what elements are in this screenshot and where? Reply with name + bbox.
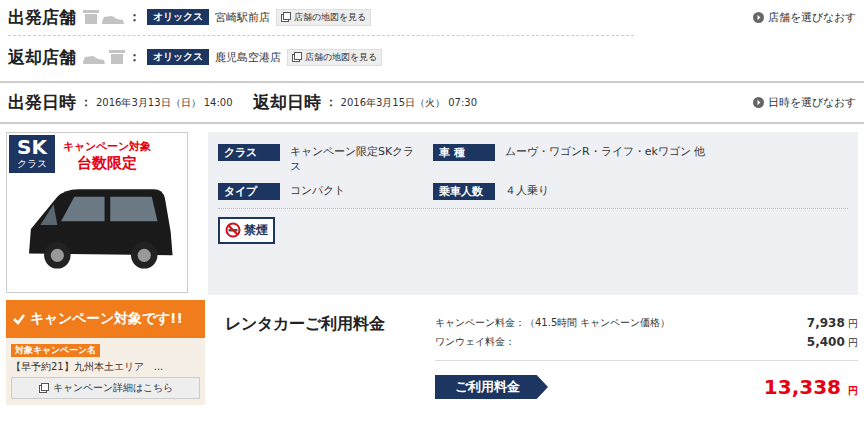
total-row: ご利用料金 13,338 円 xyxy=(435,360,858,399)
arrow-circle-icon xyxy=(753,12,764,23)
car-image: SKクラスキャンペーン対象台数限定 xyxy=(6,132,188,293)
car-card: SKクラスキャンペーン対象台数限定クラスキャンペーン限定SKクラス車 種ムーヴ・… xyxy=(0,124,864,295)
no-smoking-badge: 禁煙 xyxy=(218,217,275,244)
campaign-detail-button[interactable]: キャンペーン詳細はこちら xyxy=(11,377,200,399)
datetime-label: 返却日時 xyxy=(253,91,321,114)
store-row: 返却店舗 ： オリックス鹿児島空港店 店舗の地図を見る xyxy=(0,40,864,71)
fee-row: ワンウェイ料金：5,400 円 xyxy=(435,333,858,352)
spec-label: 車 種 xyxy=(433,144,495,161)
store-section: 出発店舗：オリックス宮崎駅前店 店舗の地図を見る 店舗を選びなおす返却店舗：オリ… xyxy=(0,0,864,83)
store-name: 宮崎駅前店 xyxy=(215,10,270,25)
colon: ： xyxy=(325,94,337,111)
window-icon xyxy=(39,383,49,393)
campaign-name-label: 対象キャンペーン名 xyxy=(11,344,100,357)
colon: ： xyxy=(80,94,92,111)
reselect-datetime-link[interactable]: 日時を選びなおす xyxy=(753,95,856,110)
brand-badge: オリックス xyxy=(147,9,209,25)
fee-row: キャンペーン料金：（41.5時間 キャンペーン価格）7,938 円 xyxy=(435,314,858,333)
arrow-circle-icon xyxy=(753,97,764,108)
store-car-icon xyxy=(82,48,126,66)
promo-text: キャンペーン対象台数限定 xyxy=(63,135,151,173)
class-badge: SKクラス xyxy=(9,135,55,173)
campaign-banner: キャンペーン対象です!! xyxy=(6,300,205,338)
check-icon xyxy=(12,312,26,326)
spec-panel: クラスキャンペーン限定SKクラス車 種ムーヴ・ワゴンR・ライフ・ekワゴン 他タ… xyxy=(208,132,858,295)
spec-item: 車 種ムーヴ・ワゴンR・ライフ・ekワゴン 他 xyxy=(433,144,848,175)
datetime-item: 返却日時： 2016年3月15日（火） 07:30 xyxy=(253,91,478,114)
spec-item: タイプコンパクト xyxy=(218,183,423,200)
spec-value: ムーヴ・ワゴンR・ライフ・ekワゴン 他 xyxy=(505,144,705,159)
store-label: 出発店舗 xyxy=(8,6,76,29)
store-row: 出発店舗 ： オリックス宮崎駅前店 店舗の地図を見る 店舗を選びなおす xyxy=(0,0,864,31)
datetime-row: 出発日時：2016年3月13日（日） 14:00返却日時：2016年3月15日（… xyxy=(0,83,864,124)
divider xyxy=(8,35,634,36)
spec-label: 乗車人数 xyxy=(433,183,495,200)
brand-badge: オリックス xyxy=(147,49,209,65)
store-car-icon xyxy=(82,8,126,26)
map-button[interactable]: 店舗の地図を見る xyxy=(276,9,371,26)
window-icon xyxy=(281,12,291,22)
datetime-label: 出発日時 xyxy=(8,91,76,114)
spec-value: コンパクト xyxy=(290,183,345,198)
fee-section: レンタカーご利用料金キャンペーン料金：（41.5時間 キャンペーン価格）7,93… xyxy=(225,300,858,405)
campaign-box: キャンペーン対象です!!対象キャンペーン名【早予約21】九州本土エリア ... … xyxy=(6,300,205,405)
campaign-name: 【早予約21】九州本土エリア ... xyxy=(11,360,163,374)
colon: ： xyxy=(128,8,141,26)
datetime-value: 2016年3月13日（日） 14:00 xyxy=(96,96,233,110)
spec-label: タイプ xyxy=(218,183,280,200)
reselect-store-link[interactable]: 店舗を選びなおす xyxy=(753,10,856,25)
spec-item: 乗車人数 ４人乗り xyxy=(433,183,848,200)
spec-value: ４人乗り xyxy=(505,183,549,198)
reservation-summary: 出発店舗：オリックス宮崎駅前店 店舗の地図を見る 店舗を選びなおす返却店舗：オリ… xyxy=(0,0,864,424)
colon: ： xyxy=(128,48,141,66)
store-name: 鹿児島空港店 xyxy=(215,50,281,65)
window-icon xyxy=(292,52,302,62)
no-smoking-icon xyxy=(225,222,241,238)
datetime-value: 2016年3月15日（火） 07:30 xyxy=(341,96,478,110)
spec-item: クラスキャンペーン限定SKクラス xyxy=(218,144,423,175)
map-button[interactable]: 店舗の地図を見る xyxy=(287,49,382,66)
total-amount: 13,338 円 xyxy=(764,375,858,399)
datetime-item: 出発日時： 2016年3月13日（日） 14:00 xyxy=(8,91,233,114)
car-icon xyxy=(12,179,182,275)
store-label: 返却店舗 xyxy=(8,46,76,69)
fee-title: レンタカーご利用料金 xyxy=(225,314,435,405)
spec-label: クラス xyxy=(218,144,280,161)
spec-value: キャンペーン限定SKクラス xyxy=(290,144,423,175)
total-label: ご利用料金 xyxy=(435,375,548,399)
